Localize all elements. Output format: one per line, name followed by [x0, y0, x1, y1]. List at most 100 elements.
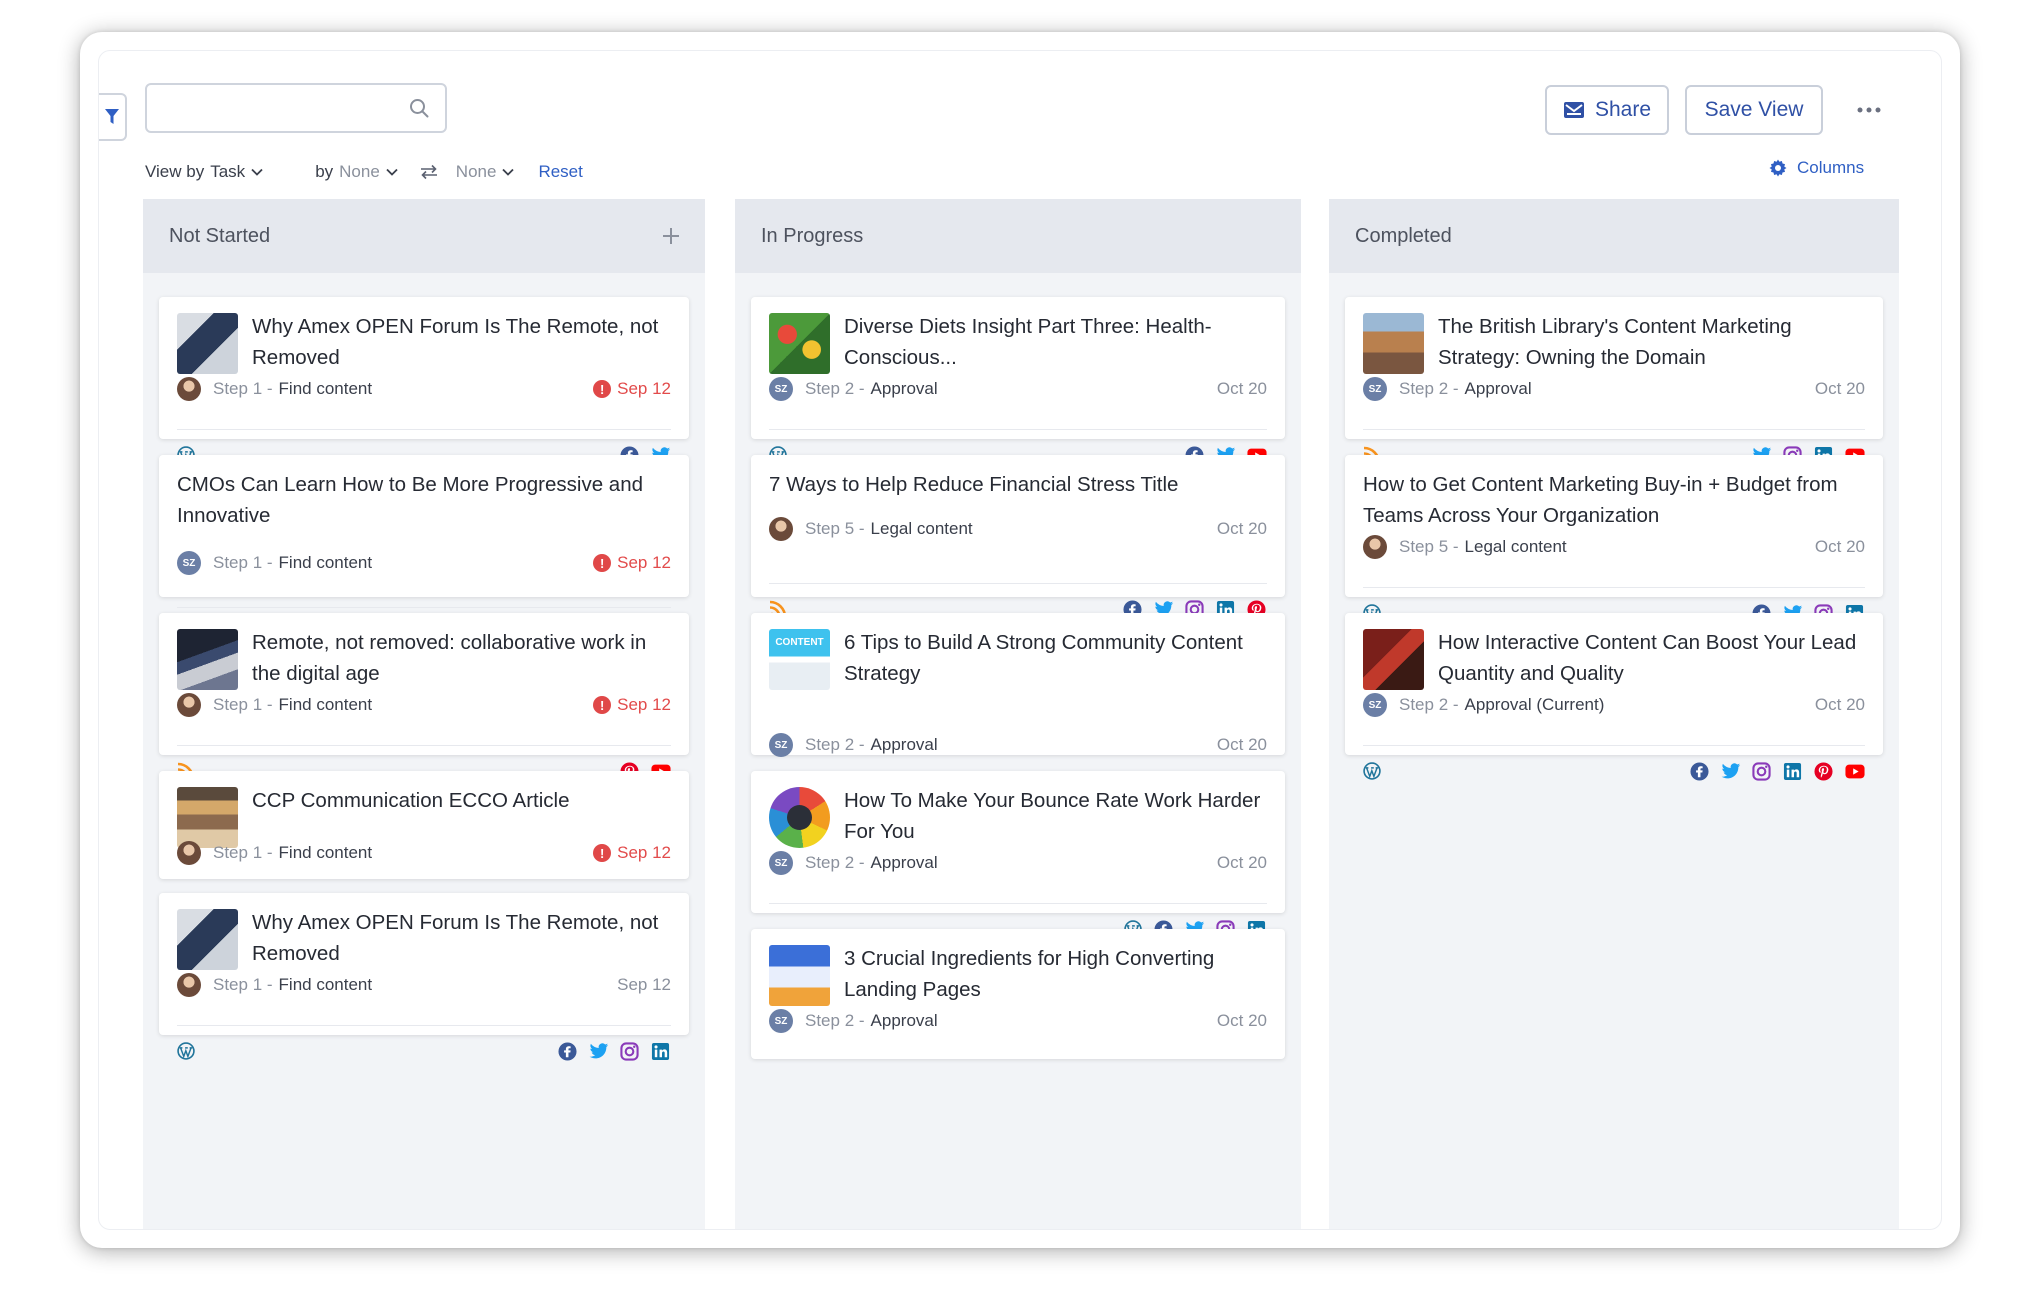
card-body: 7 Ways to Help Reduce Financial Stress T…	[751, 455, 1285, 500]
card-body: Why Amex OPEN Forum Is The Remote, not R…	[159, 893, 689, 970]
card-title[interactable]: The British Library's Content Marketing …	[1438, 311, 1865, 373]
card-title[interactable]: How Interactive Content Can Boost Your L…	[1438, 627, 1865, 689]
reset-link[interactable]: Reset	[538, 162, 582, 182]
due-date: Oct 20	[1217, 853, 1267, 873]
card-meta: SZ Step 2 - Approval Oct 20	[769, 1008, 1267, 1034]
task-card[interactable]: Diverse Diets Insight Part Three: Health…	[751, 297, 1285, 465]
card-meta: Step 1 - Find content! Sep 12	[177, 376, 671, 402]
sort-value: None	[455, 162, 497, 181]
instagram-icon[interactable]	[1751, 761, 1772, 782]
group-by-dropdown[interactable]: by None	[315, 162, 398, 182]
card-title[interactable]: How to Get Content Marketing Buy-in + Bu…	[1363, 469, 1865, 531]
card-title[interactable]: CCP Communication ECCO Article	[252, 785, 569, 816]
facebook-icon[interactable]	[1689, 761, 1710, 782]
linkedin-icon[interactable]	[650, 1041, 671, 1062]
column-header: Not Started	[143, 199, 705, 273]
card-meta: Step 1 - Find content Sep 12	[177, 972, 671, 998]
step-number: Step 1 -	[213, 843, 273, 862]
card-meta: SZ Step 2 - Approval Oct 20	[769, 732, 1267, 758]
card-meta: Step 5 - Legal content Oct 20	[769, 516, 1267, 542]
card-divider	[177, 429, 671, 430]
due-date-text: Sep 12	[617, 695, 671, 714]
task-card[interactable]: CONTENT 6 Tips to Build A Strong Communit…	[751, 613, 1285, 758]
facebook-icon[interactable]	[557, 1041, 578, 1062]
view-by-value: Task	[210, 162, 246, 181]
card-title[interactable]: 7 Ways to Help Reduce Financial Stress T…	[769, 469, 1178, 500]
card-title[interactable]: Remote, not removed: collaborative work …	[252, 627, 671, 689]
plus-icon	[663, 228, 679, 244]
card-header: CCP Communication ECCO Article	[177, 785, 671, 848]
group-by-value: None	[339, 162, 380, 181]
step-number: Step 2 -	[805, 1011, 865, 1030]
card-body: How Interactive Content Can Boost Your L…	[1345, 613, 1883, 690]
due-date: ! Sep 12	[593, 379, 671, 399]
card-body: CMOs Can Learn How to Be More Progressiv…	[159, 455, 689, 531]
task-card[interactable]: How To Make Your Bounce Rate Work Harder…	[751, 771, 1285, 939]
card-meta: SZ Step 1 - Find content! Sep 12	[177, 550, 671, 576]
step-name: Find content	[278, 975, 373, 994]
card-header: Remote, not removed: collaborative work …	[177, 627, 671, 690]
card-header: How to Get Content Marketing Buy-in + Bu…	[1363, 469, 1865, 531]
view-by-dropdown[interactable]: View by Task	[145, 162, 263, 182]
columns-button[interactable]: Columns	[1769, 153, 1864, 183]
alert-icon: !	[593, 380, 612, 398]
card-title[interactable]: Why Amex OPEN Forum Is The Remote, not R…	[252, 907, 671, 969]
task-card[interactable]: Remote, not removed: collaborative work …	[159, 613, 689, 781]
card-divider	[769, 583, 1267, 584]
alert-icon: !	[593, 844, 612, 862]
task-card[interactable]: The British Library's Content Marketing …	[1345, 297, 1883, 465]
due-date-text: Oct 20	[1216, 853, 1267, 872]
card-title[interactable]: CMOs Can Learn How to Be More Progressiv…	[177, 469, 671, 531]
search-icon[interactable]	[409, 98, 429, 123]
card-body: The British Library's Content Marketing …	[1345, 297, 1883, 374]
task-card[interactable]: How Interactive Content Can Boost Your L…	[1345, 613, 1883, 781]
column-in-progress: In Progress Diverse Diets Insight Part T…	[735, 199, 1301, 1229]
linkedin-icon[interactable]	[1782, 761, 1803, 782]
card-body: How to Get Content Marketing Buy-in + Bu…	[1345, 455, 1883, 531]
card-divider	[177, 1025, 671, 1026]
avatar	[177, 973, 201, 997]
alert-icon: !	[593, 554, 612, 572]
wordpress-icon[interactable]	[175, 1041, 196, 1062]
step-name: Approval	[1464, 379, 1532, 398]
sort-dropdown[interactable]: None	[420, 162, 515, 182]
save-view-button[interactable]: Save View	[1685, 85, 1823, 135]
twitter-icon[interactable]	[1720, 761, 1741, 782]
card-title[interactable]: Diverse Diets Insight Part Three: Health…	[844, 311, 1267, 373]
task-card[interactable]: Why Amex OPEN Forum Is The Remote, not R…	[159, 893, 689, 1061]
thumbnail-image	[769, 313, 830, 374]
pinterest-icon[interactable]	[1813, 761, 1834, 782]
twitter-icon[interactable]	[588, 1041, 609, 1062]
youtube-icon[interactable]	[1844, 761, 1865, 782]
task-card[interactable]: How to Get Content Marketing Buy-in + Bu…	[1345, 455, 1883, 623]
task-card[interactable]: Why Amex OPEN Forum Is The Remote, not R…	[159, 297, 689, 465]
thumbnail-image	[1363, 313, 1424, 374]
step-number: Step 1 -	[213, 553, 273, 572]
card-title[interactable]: 3 Crucial Ingredients for High Convertin…	[844, 943, 1267, 1005]
task-card[interactable]: 7 Ways to Help Reduce Financial Stress T…	[751, 455, 1285, 619]
channel-row	[175, 1038, 671, 1064]
due-date-text: Oct 20	[1814, 379, 1865, 398]
card-title[interactable]: How To Make Your Bounce Rate Work Harder…	[844, 785, 1267, 847]
share-button[interactable]: Share	[1545, 85, 1669, 135]
due-date-text: Oct 20	[1216, 519, 1267, 538]
search-box[interactable]	[145, 83, 447, 133]
add-card-button[interactable]	[661, 226, 681, 246]
more-options-button[interactable]	[1849, 95, 1889, 125]
task-card[interactable]: CCP Communication ECCO Article Step 1 - F…	[159, 771, 689, 879]
task-card[interactable]: 3 Crucial Ingredients for High Convertin…	[751, 929, 1285, 1059]
task-card[interactable]: CMOs Can Learn How to Be More Progressiv…	[159, 455, 689, 645]
card-meta: SZ Step 2 - Approval Oct 20	[1363, 376, 1865, 402]
card-title[interactable]: Why Amex OPEN Forum Is The Remote, not R…	[252, 311, 671, 373]
search-input[interactable]	[147, 85, 397, 131]
card-title[interactable]: 6 Tips to Build A Strong Community Conte…	[844, 627, 1267, 689]
due-date: Oct 20	[1217, 1011, 1267, 1031]
wordpress-icon[interactable]	[1361, 761, 1382, 782]
filter-toggle-button[interactable]	[99, 93, 127, 141]
thumbnail-image	[177, 787, 238, 848]
avatar: SZ	[1363, 693, 1387, 717]
card-divider	[1363, 587, 1865, 588]
due-date: ! Sep 12	[593, 695, 671, 715]
card-body: CONTENT 6 Tips to Build A Strong Communit…	[751, 613, 1285, 690]
instagram-icon[interactable]	[619, 1041, 640, 1062]
